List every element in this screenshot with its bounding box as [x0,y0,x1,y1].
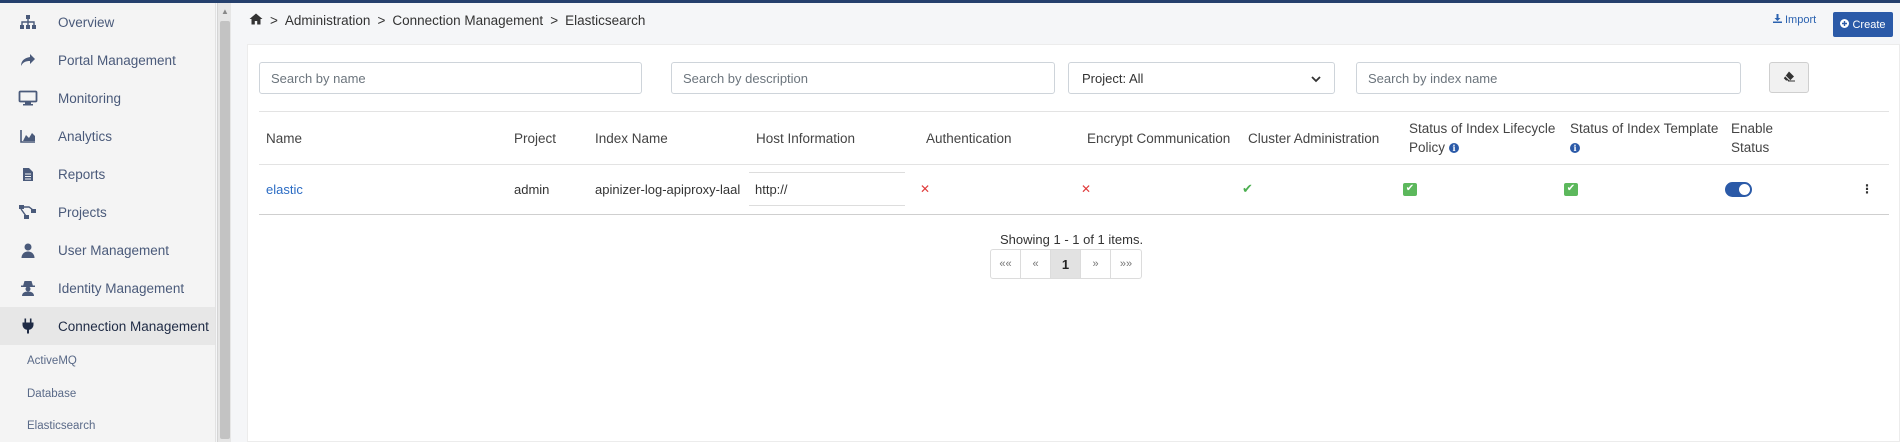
sidebar-item-label: User Management [58,242,170,258]
share-icon [17,51,39,69]
table-header: Name Project Index Name Host Information… [259,111,1889,165]
sidebar-item-user-management[interactable]: User Management [0,231,215,269]
file-icon [17,165,39,183]
template-status-check-icon: ✔ [1564,182,1578,196]
home-icon[interactable] [249,13,263,28]
import-label: Import [1785,14,1817,26]
header-template-line1: Status of Index Template [1570,121,1719,136]
sidebar-item-label: Projects [58,204,107,220]
breadcrumb-item-elasticsearch: Elasticsearch [565,13,646,28]
info-icon[interactable]: i [1570,143,1580,154]
header-name[interactable]: Name [266,112,302,164]
authentication-disabled-x-icon: ✕ [920,182,931,196]
area-chart-icon [17,127,39,145]
row-index-name: apinizer-log-apiproxy-laal [595,181,741,197]
pagination-next-button[interactable]: » [1081,250,1111,278]
sidebar-subitem-activemq[interactable]: ActiveMQ [0,345,215,378]
clear-filters-button[interactable] [1769,62,1809,93]
pagination-page-button[interactable]: 1 [1051,250,1081,278]
encrypt-disabled-x-icon: ✕ [1081,182,1092,196]
info-icon[interactable]: i [1449,143,1460,154]
header-enable-line1: Enable [1731,121,1774,136]
sidebar-subitem-database[interactable]: Database [0,378,215,411]
enable-status-toggle[interactable] [1725,181,1752,197]
project-diagram-icon [17,203,39,221]
row-project: admin [514,181,550,197]
pagination-last-button[interactable]: »» [1111,250,1141,278]
header-ilm-status[interactable]: Status of Index Lifecycle Policy i [1409,112,1555,164]
create-button[interactable]: Create [1833,12,1893,37]
create-label: Create [1852,18,1886,31]
main-panel: Project: All Name Project Index Name Hos… [247,44,1900,442]
sidebar-item-label: Identity Management [58,280,185,296]
user-icon [17,241,39,259]
sidebar-item-label: Reports [58,166,106,182]
sidebar-item-connection-management[interactable]: Connection Management [0,307,215,345]
header-host-information[interactable]: Host Information [756,112,855,164]
pagination-prev-button[interactable]: « [1021,250,1051,278]
row-host-information[interactable]: http:// [749,172,905,206]
plus-circle-icon [1840,18,1850,31]
header-index-name[interactable]: Index Name [595,112,668,164]
sidebar-item-label: Connection Management [58,318,209,334]
sidebar: Overview Portal Management Monitoring An… [0,3,216,442]
sidebar-item-overview[interactable]: Overview [0,3,215,41]
project-select[interactable]: Project: All [1068,62,1335,94]
breadcrumb-item-connection-management[interactable]: Connection Management [392,13,543,28]
elasticsearch-table: Name Project Index Name Host Information… [259,111,1889,215]
header-enable-status[interactable]: Enable Status [1731,112,1773,164]
import-button[interactable]: Import [1773,14,1816,26]
breadcrumb-separator: > [377,13,386,28]
breadcrumb-item-administration[interactable]: Administration [285,13,371,28]
pagination: «« « 1 » »» [990,249,1142,279]
row-host-text: http:// [755,181,788,197]
sitemap-icon [17,13,39,31]
header-cluster-administration[interactable]: Cluster Administration [1248,112,1379,164]
breadcrumb-separator: > [270,13,278,28]
header-enable-line2: Status [1731,140,1770,155]
project-select-value: Project: All [1082,70,1144,86]
table-row[interactable]: elastic admin apinizer-log-apiproxy-laal… [259,165,1889,215]
sidebar-item-identity-management[interactable]: Identity Management [0,269,215,307]
sidebar-item-projects[interactable]: Projects [0,193,215,231]
row-name-link[interactable]: elastic [266,182,303,197]
desktop-icon [17,89,39,107]
header-ilm-line1: Status of Index Lifecycle [1409,121,1556,136]
cluster-admin-check-icon: ✔ [1242,181,1253,196]
breadcrumb: > Administration > Connection Management… [249,13,645,28]
header-template-status[interactable]: Status of Index Template i [1570,112,1718,164]
header-project[interactable]: Project [514,112,556,164]
sidebar-item-label: Monitoring [58,90,122,106]
pagination-summary: Showing 1 - 1 of 1 items. [1000,232,1144,247]
sidebar-item-portal-management[interactable]: Portal Management [0,41,215,79]
page-header: > Administration > Connection Management… [240,3,1900,39]
eraser-icon [1783,70,1795,85]
header-authentication[interactable]: Authentication [926,112,1012,164]
plug-icon [17,317,39,335]
row-actions-kebab-icon[interactable]: ⋮ [1861,182,1873,196]
user-secret-icon [17,279,39,297]
sidebar-item-label: Analytics [58,128,113,144]
pagination-first-button[interactable]: «« [991,250,1021,278]
search-index-name-input[interactable] [1356,62,1741,94]
download-icon [1773,14,1782,26]
sidebar-item-label: Overview [58,14,115,30]
chevron-down-icon [1311,71,1321,86]
ilm-status-check-icon: ✔ [1403,182,1417,196]
sidebar-scrollbar[interactable]: ▲ [217,3,231,442]
sidebar-item-monitoring[interactable]: Monitoring [0,79,215,117]
sidebar-item-analytics[interactable]: Analytics [0,117,215,155]
sidebar-item-label: Portal Management [58,52,176,68]
header-ilm-line2: Policy [1409,140,1446,155]
search-name-input[interactable] [259,62,642,94]
scroll-up-arrow-icon[interactable]: ▲ [218,7,232,16]
scrollbar-thumb[interactable] [220,21,230,439]
sidebar-item-reports[interactable]: Reports [0,155,215,193]
breadcrumb-separator: > [550,13,559,28]
header-encrypt-communication[interactable]: Encrypt Communication [1087,112,1230,164]
sidebar-subitem-elasticsearch[interactable]: Elasticsearch [0,410,215,442]
search-description-input[interactable] [671,62,1055,94]
